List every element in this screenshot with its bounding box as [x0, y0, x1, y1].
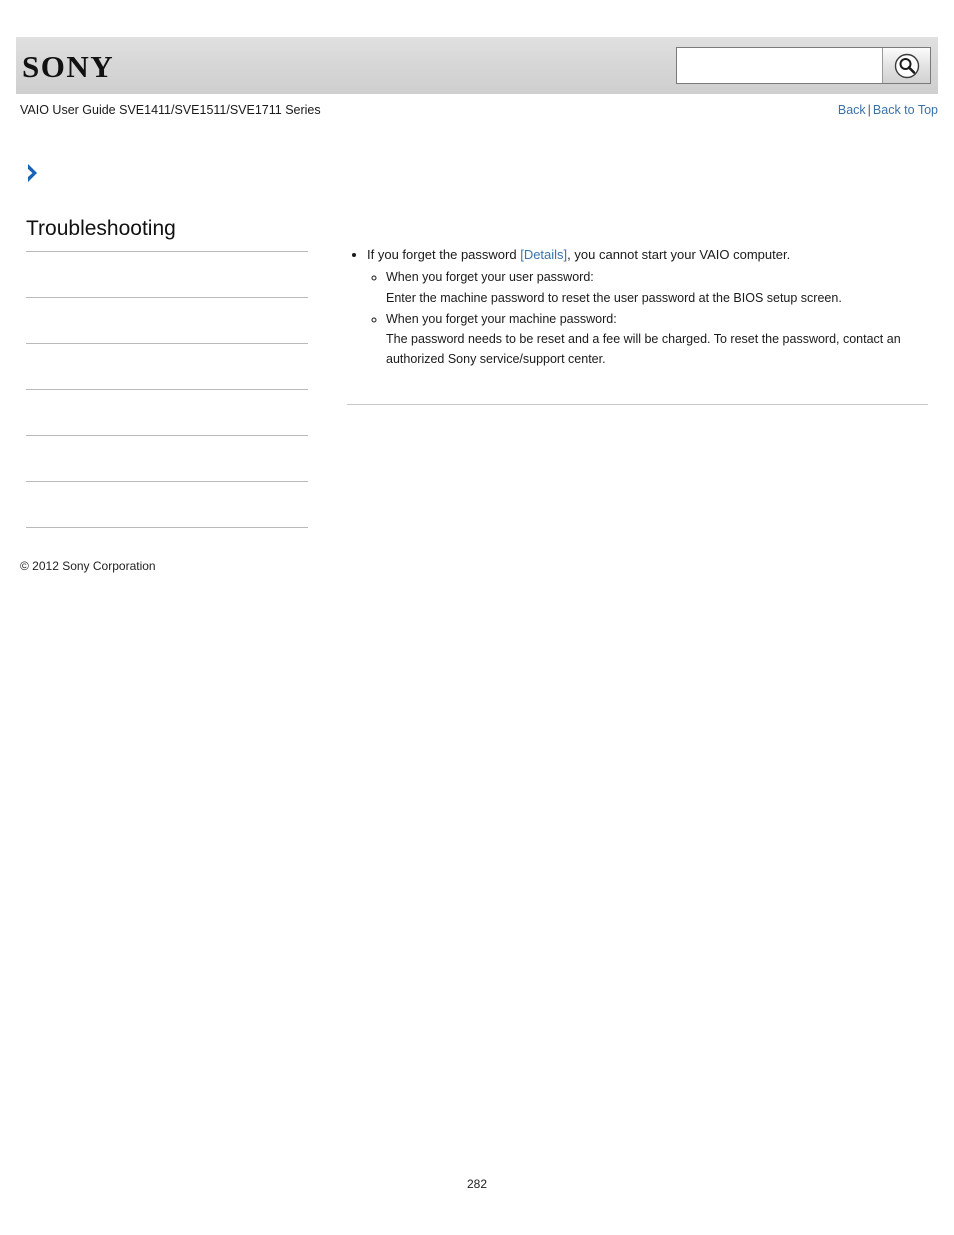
content-list: If you forget the password [Details], yo… [347, 244, 928, 370]
item-text-after: , you cannot start your VAIO computer. [567, 247, 791, 262]
back-link[interactable]: Back [838, 103, 866, 117]
search-button[interactable] [882, 48, 930, 83]
sony-logo: SONY [22, 49, 115, 84]
guide-title: VAIO User Guide SVE1411/SVE1511/SVE1711 … [20, 103, 321, 117]
subitem-heading: When you forget your machine password: [386, 311, 617, 326]
list-item: When you forget your machine password: T… [386, 309, 928, 370]
subitem-body: The password needs to be reset and a fee… [386, 332, 901, 367]
search-box [676, 47, 931, 84]
list-item: If you forget the password [Details], yo… [367, 244, 928, 370]
subitem-body: Enter the machine password to reset the … [386, 290, 842, 305]
sidebar: Troubleshooting [26, 216, 308, 529]
details-link[interactable]: [Details] [520, 247, 567, 262]
item-text-before: If you forget the password [367, 247, 521, 262]
page-title: Troubleshooting [26, 217, 176, 240]
content-divider [347, 404, 928, 405]
list-item: When you forget your user password: Ente… [386, 267, 928, 308]
nav-links: Back | Back to Top [838, 103, 938, 117]
back-to-top-link[interactable]: Back to Top [873, 103, 938, 117]
copyright-text: © 2012 Sony Corporation [20, 559, 156, 573]
main-content: If you forget the password [Details], yo… [347, 244, 928, 372]
sidebar-divider [26, 527, 308, 529]
nav-separator: | [867, 103, 871, 117]
search-icon [894, 53, 920, 79]
search-input[interactable] [677, 48, 883, 83]
subitem-heading: When you forget your user password: [386, 270, 594, 285]
chevron-right-icon [24, 163, 44, 183]
page-number: 282 [466, 1177, 488, 1191]
content-sublist: When you forget your user password: Ente… [367, 267, 928, 369]
